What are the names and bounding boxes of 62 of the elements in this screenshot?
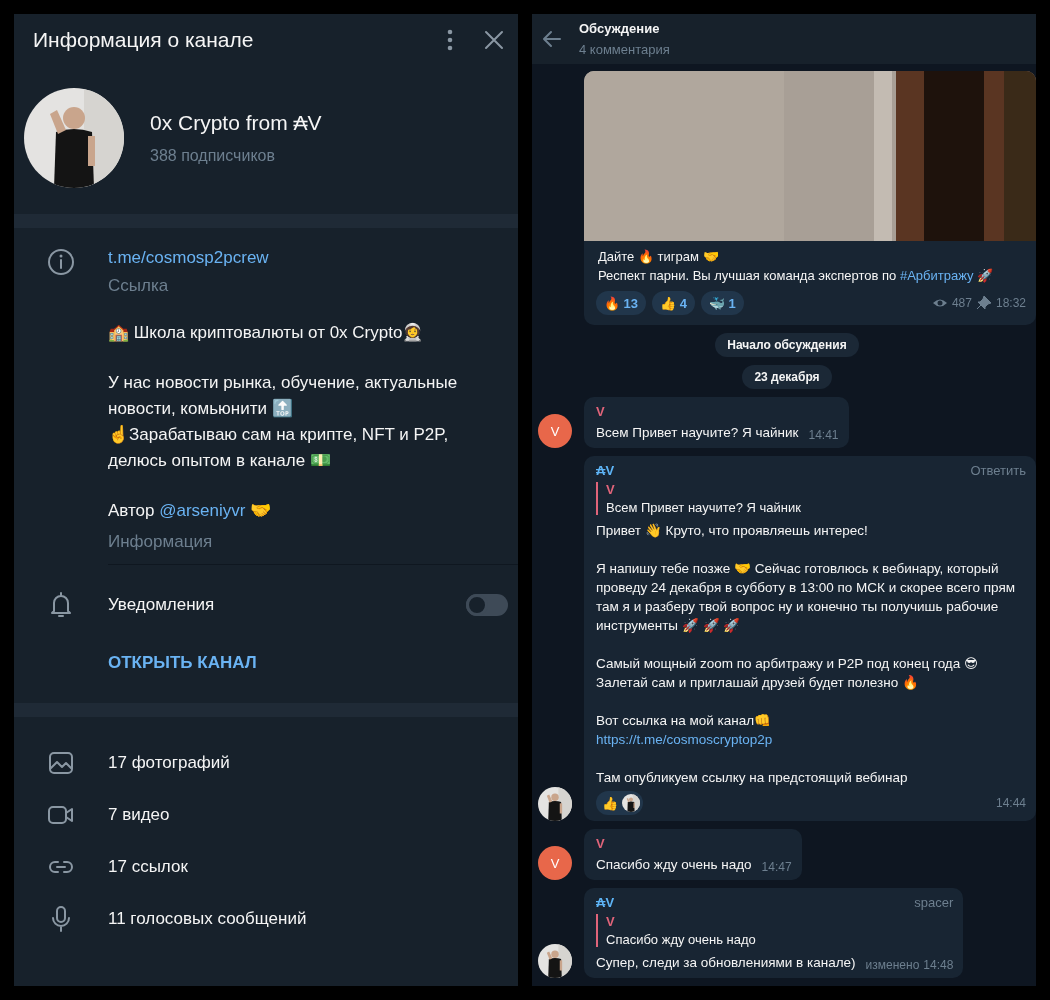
message-text: Вот ссылка на мой канал👊 [596,712,773,730]
service-label: Начало обсуждения [715,333,859,357]
subscriber-count: 388 подписчиков [150,147,276,165]
notifications-label: Уведомления [108,595,216,615]
post-text: Дайте 🔥 тиграм 🤝 Респект парни. Вы лучшая команда экспертов по #Арбитражу 🚀 [597,248,995,285]
message-time: 14:48 [923,958,954,972]
reply-link[interactable]: Ответить [970,463,1026,478]
media-item[interactable]: 17 ссылок [108,857,188,877]
author-name: V [596,404,605,419]
post-time: 18:32 [995,296,1026,310]
comment-count: 4 комментария [579,42,670,57]
close-icon[interactable] [482,28,506,52]
member-rank: spacer [914,895,954,910]
description-text: У нас новости рынка, обучение, актуальные новости, комьюнити 🔝 ☝Зарабатываю сам на крипте, NFT и P2P, делюсь опытом в канале 💵 [108,372,459,472]
reaction-button[interactable]: 🐳 1 [700,291,744,315]
author-text: Автор @arseniyvr 🤝 [108,500,273,522]
author-name: ₳V [596,463,615,478]
panel-title: Информация о канале [33,28,255,52]
info-icon [47,248,75,276]
message-text: Супер, следи за обновлениями в канале) [596,954,856,972]
service-label: 23 декабря [742,365,832,389]
description-caption: Информация [108,532,214,552]
mention-link[interactable]: @arseniyvr [159,501,246,520]
hashtag-link[interactable]: #Арбитражу [899,268,974,283]
message-text: Привет 👋 Круто, что проявляешь интерес! [596,522,869,540]
edited-label: изменено [865,958,920,972]
description-text: 🏫 Школа криптовалюты от 0x Crypto👩‍🚀 [108,322,425,344]
channel-name: 0x Crypto from ₳V [150,111,322,135]
message-text: Самый мощный zoom по арбитражу и P2P под конец года 😎 Залетай сам и приглашай друзей будет полезно 🔥 [596,655,980,692]
link-caption: Ссылка [108,276,170,296]
message-text: Спасибо жду очень надо [596,856,752,874]
quoted-text: Всем Привет научите? Я чайник [606,500,802,515]
open-channel-button[interactable]: ОТКРЫТЬ КАНАЛ [108,645,257,681]
reaction-button[interactable]: 🔥 13 [596,291,647,315]
message-time: 14:47 [761,860,792,874]
avatar: V [538,846,572,880]
message-text: Всем Привет научите? Я чайник [596,424,799,442]
back-arrow-icon[interactable] [542,29,562,49]
quoted-text: Спасибо жду очень надо [606,932,757,947]
channel-link[interactable]: t.me/cosmosp2pcrew [108,248,269,267]
media-item[interactable]: 7 видео [108,805,170,825]
quoted-reply[interactable]: V Всем Привет научите? Я чайник [596,482,1026,515]
pin-icon [975,296,992,310]
author-name: V [596,836,605,851]
reaction-button[interactable]: 👍 4 [652,291,695,315]
message-text: Там опубликуем ссылку на предстоящий вебинар [596,769,909,787]
chat-title: Обсуждение [579,21,661,36]
picture-icon [47,749,75,777]
avatar: V [538,414,572,448]
quoted-author: V [606,482,616,497]
reaction-button[interactable]: 👍 [596,791,643,815]
message-link[interactable]: https://t.me/cosmoscryptop2p [596,732,773,747]
notifications-toggle[interactable] [466,594,508,616]
quoted-reply[interactable]: V Спасибо жду очень надо [596,914,954,947]
quoted-author: V [606,914,616,929]
message-text: Я напишу тебе позже 🤝 Сейчас готовлюсь к вебинару, который проведу 24 декабря в субботу в 13:00 по МСК и скорее всего прям там я и разберу твой вопрос ну и конечно ты получишь рабочие инструменты 🚀 🚀 🚀 [596,560,1016,635]
media-item[interactable]: 17 фотографий [108,753,230,773]
author-name: ₳V [596,895,615,910]
view-count: 487 [951,296,972,310]
message-time: 14:41 [808,428,839,442]
media-item[interactable]: 11 голосовых сообщений [108,909,307,929]
message-time: 14:44 [995,796,1026,810]
